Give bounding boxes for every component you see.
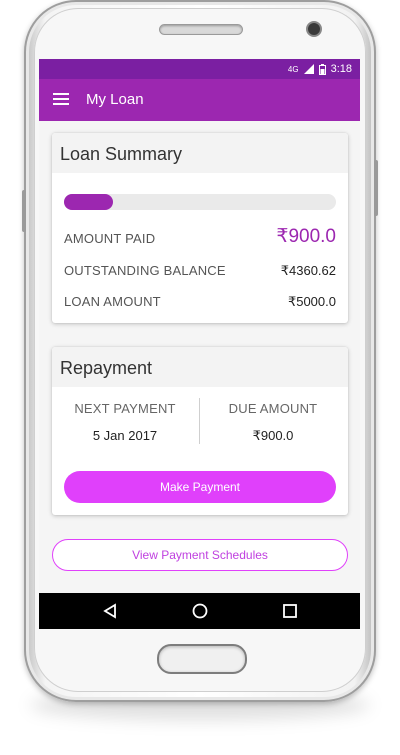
power-key (374, 160, 378, 216)
due-amount-label: DUE AMOUNT (228, 401, 318, 416)
loan-summary-card: Loan Summary AMOUNT PAID ₹900.0 OUTSTAND… (52, 133, 348, 323)
next-payment-label: NEXT PAYMENT (74, 401, 176, 416)
volume-key (22, 190, 26, 232)
recents-icon[interactable] (280, 601, 300, 621)
front-camera (306, 21, 322, 37)
repayment-card: Repayment NEXT PAYMENT 5 Jan 2017 DUE AM… (52, 347, 348, 515)
loan-amount-label: LOAN AMOUNT (64, 294, 161, 309)
repayment-progress-bar (64, 194, 336, 210)
battery-icon (318, 63, 326, 75)
app-bar: My Loan (39, 79, 360, 121)
outstanding-balance-label: OUTSTANDING BALANCE (64, 263, 226, 278)
amount-paid-value: ₹900.0 (276, 226, 336, 247)
back-icon[interactable] (100, 601, 120, 621)
navigation-bar (39, 593, 360, 629)
app-title: My Loan (86, 91, 144, 108)
screen: 4G 3:18 My Loan Loan Summary AMOUNT PAID… (39, 59, 360, 629)
network-type: 4G (287, 64, 299, 74)
signal-icon (303, 64, 314, 74)
repayment-progress-fill (64, 194, 113, 210)
repayment-title: Repayment (52, 347, 348, 387)
next-payment-column: NEXT PAYMENT 5 Jan 2017 (52, 401, 198, 443)
loan-amount-value: ₹5000.0 (287, 294, 336, 309)
home-icon[interactable] (190, 601, 210, 621)
make-payment-button[interactable]: Make Payment (64, 471, 336, 503)
outstanding-balance-value: ₹4360.62 (280, 263, 336, 278)
next-payment-date: 5 Jan 2017 (92, 428, 158, 443)
status-time: 3:18 (330, 63, 352, 75)
status-bar: 4G 3:18 (39, 59, 360, 79)
earpiece-speaker (159, 24, 243, 35)
menu-icon[interactable] (53, 93, 69, 105)
amount-paid-label: AMOUNT PAID (64, 231, 156, 246)
due-amount-value: ₹900.0 (252, 428, 294, 443)
home-button[interactable] (157, 644, 247, 674)
view-payment-schedules-button[interactable]: View Payment Schedules (52, 539, 348, 571)
loan-summary-title: Loan Summary (52, 133, 348, 173)
due-amount-column: DUE AMOUNT ₹900.0 (200, 401, 346, 444)
